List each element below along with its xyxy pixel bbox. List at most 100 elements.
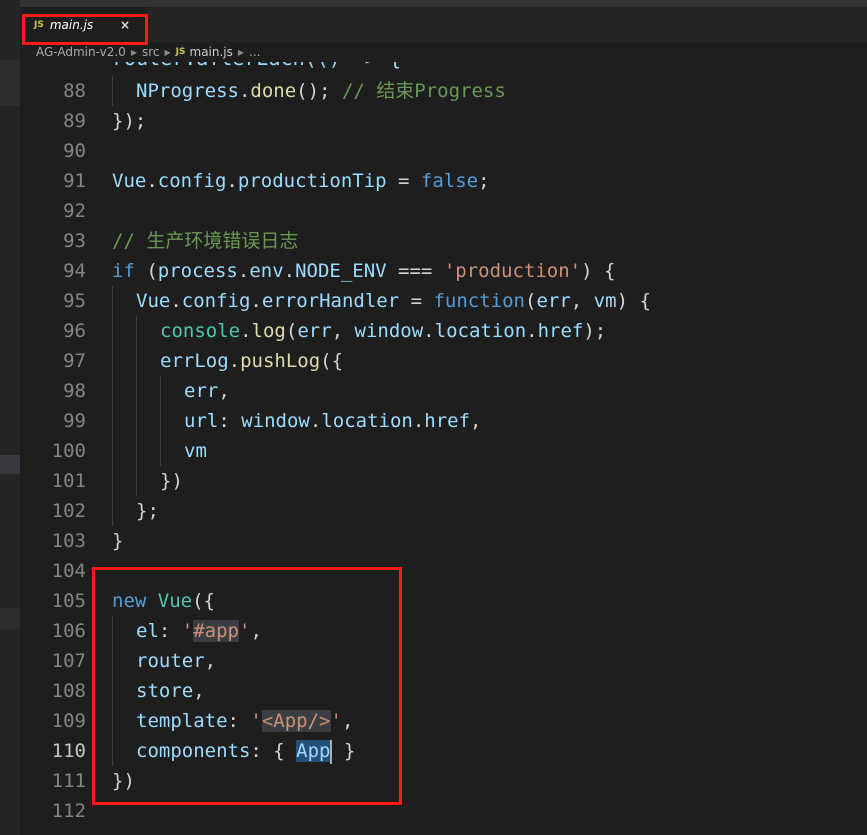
code-token: : bbox=[218, 410, 242, 432]
code-token: . bbox=[228, 350, 241, 372]
code-line[interactable]: 96 console.log(err, window.location.href)… bbox=[20, 316, 867, 346]
code-token: location bbox=[321, 410, 413, 432]
code-line[interactable]: 97 errLog.pushLog({ bbox=[20, 346, 867, 376]
code-line[interactable]: 102}; bbox=[20, 496, 867, 526]
code-token: = bbox=[386, 170, 421, 192]
code-token: . bbox=[423, 320, 435, 342]
sidebar-item[interactable] bbox=[0, 455, 20, 474]
code-line[interactable]: 92 bbox=[20, 196, 867, 226]
javascript-file-icon: JS bbox=[175, 47, 186, 57]
sidebar-item[interactable] bbox=[0, 60, 20, 106]
code-text: errLog.pushLog({ bbox=[160, 346, 343, 376]
indent-guide bbox=[136, 376, 137, 406]
code-token: , bbox=[570, 290, 594, 312]
code-text: Vue.config.productionTip = false; bbox=[112, 166, 490, 196]
code-token: process bbox=[157, 260, 238, 282]
partial-code-line: router.afterEach(() => { bbox=[112, 62, 401, 76]
indent-guide bbox=[136, 406, 137, 436]
code-text: NProgress.done(); // 结束Progress bbox=[136, 76, 506, 106]
code-text: console.log(err, window.location.href); bbox=[160, 316, 606, 346]
indent-guide bbox=[112, 316, 113, 346]
code-line[interactable]: 88 NProgress.done(); // 结束Progress bbox=[20, 76, 867, 106]
indent-guide bbox=[112, 76, 113, 106]
annotation-box-code bbox=[92, 567, 402, 805]
code-token: // 生产环境错误日志 bbox=[112, 230, 299, 252]
line-number: 111 bbox=[51, 770, 86, 792]
code-token: ({ bbox=[320, 350, 344, 372]
code-line[interactable]: 94 if (process.env.NODE_ENV === 'producti… bbox=[20, 256, 867, 286]
code-token: ; bbox=[478, 170, 490, 192]
code-line[interactable]: 99 url: window.location.href, bbox=[20, 406, 867, 436]
code-token: err bbox=[536, 290, 571, 312]
breadcrumb: AG-Admin-v2.0 ▶ src ▶ JS main.js ▶ ... bbox=[20, 42, 867, 62]
code-line[interactable]: 93 // 生产环境错误日志 bbox=[20, 226, 867, 256]
indent-guide bbox=[112, 376, 113, 406]
code-token: . bbox=[412, 410, 425, 432]
breadcrumb-project[interactable]: AG-Admin-v2.0 bbox=[36, 45, 126, 59]
code-token: ) { bbox=[581, 260, 616, 282]
code-token: 'production' bbox=[443, 260, 582, 282]
indent-guide bbox=[112, 286, 113, 316]
chevron-right-icon: ▶ bbox=[237, 47, 245, 57]
code-text: Vue.config.errorHandler = function(err, … bbox=[136, 286, 651, 316]
line-number: 90 bbox=[63, 140, 86, 162]
code-token: . bbox=[226, 170, 238, 192]
code-token: }); bbox=[112, 110, 147, 132]
line-number: 104 bbox=[51, 560, 86, 582]
indent-guide bbox=[136, 346, 137, 376]
code-token: } bbox=[112, 530, 124, 552]
indent-guide bbox=[136, 316, 137, 346]
code-token: , bbox=[470, 410, 482, 432]
breadcrumb-file[interactable]: main.js bbox=[190, 45, 233, 59]
sidebar-item[interactable] bbox=[0, 608, 20, 629]
code-token: . bbox=[240, 320, 252, 342]
code-line[interactable]: 103} bbox=[20, 526, 867, 556]
code-text: err, bbox=[184, 376, 230, 406]
code-text: url: window.location.href, bbox=[184, 406, 482, 436]
line-number: 97 bbox=[63, 350, 86, 372]
indent-guide bbox=[112, 436, 113, 466]
code-token: . bbox=[238, 80, 251, 102]
code-line[interactable]: 90 bbox=[20, 136, 867, 166]
line-number: 107 bbox=[51, 650, 86, 672]
code-token: if bbox=[112, 260, 135, 282]
line-number: 93 bbox=[63, 230, 86, 252]
code-token: === bbox=[386, 260, 444, 282]
code-line[interactable]: 101}) bbox=[20, 466, 867, 496]
code-token: errorHandler bbox=[261, 290, 400, 312]
code-token: env bbox=[249, 260, 284, 282]
code-token: }) bbox=[160, 470, 183, 492]
indent-guide bbox=[112, 406, 113, 436]
line-number: 98 bbox=[63, 380, 86, 402]
code-token: Vue bbox=[136, 290, 171, 312]
code-text: vm bbox=[184, 436, 207, 466]
chevron-right-icon: ▶ bbox=[164, 47, 171, 57]
code-token: ); bbox=[583, 320, 607, 342]
line-number: 109 bbox=[51, 710, 86, 732]
code-token: productionTip bbox=[237, 170, 387, 192]
line-number: 89 bbox=[63, 110, 86, 132]
indent-guide bbox=[136, 466, 137, 496]
code-token: window bbox=[354, 320, 424, 342]
code-token: href bbox=[424, 410, 471, 432]
code-text: }) bbox=[160, 466, 183, 496]
code-token: . bbox=[237, 260, 250, 282]
breadcrumb-folder[interactable]: src bbox=[142, 45, 160, 59]
line-number: 112 bbox=[51, 800, 86, 822]
code-token: errLog bbox=[160, 350, 229, 372]
code-line[interactable]: 98 err, bbox=[20, 376, 867, 406]
line-number: 106 bbox=[51, 620, 86, 642]
code-line[interactable]: 89}); bbox=[20, 106, 867, 136]
code-line[interactable]: 100 vm bbox=[20, 436, 867, 466]
code-line[interactable]: 91 Vue.config.productionTip = false; bbox=[20, 166, 867, 196]
code-token: console bbox=[160, 320, 241, 342]
indent-guide bbox=[160, 406, 161, 436]
code-token: ( bbox=[285, 320, 298, 342]
breadcrumb-more[interactable]: ... bbox=[249, 45, 260, 59]
indent-guide bbox=[112, 496, 113, 526]
code-line[interactable]: 95 Vue.config.errorHandler = function(err… bbox=[20, 286, 867, 316]
title-strip bbox=[20, 0, 867, 7]
code-token: NProgress bbox=[136, 80, 239, 102]
line-number: 88 bbox=[63, 80, 86, 102]
line-number: 95 bbox=[63, 290, 86, 312]
